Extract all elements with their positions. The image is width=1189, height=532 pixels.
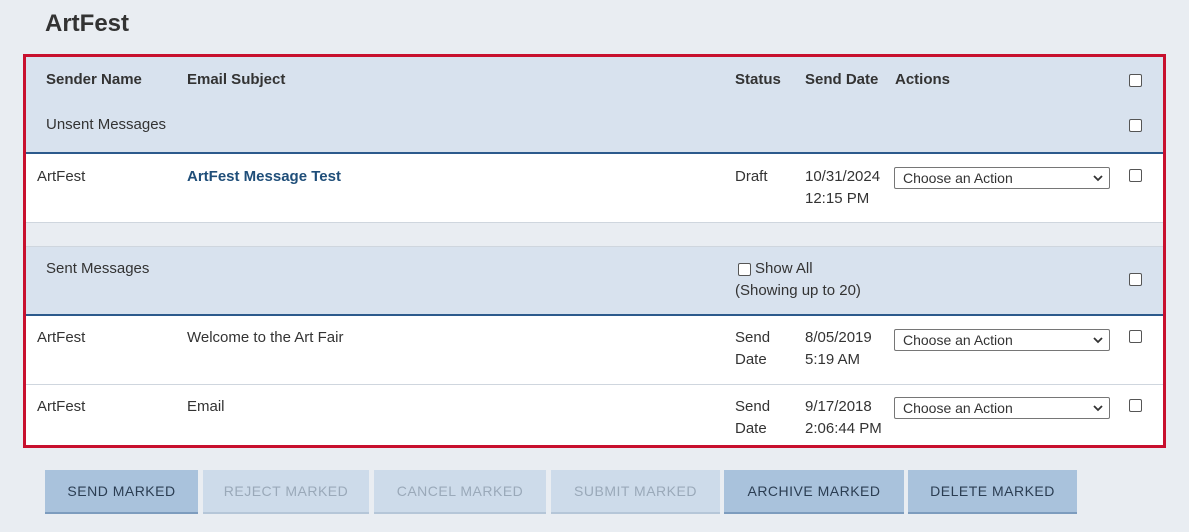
- row-checkbox[interactable]: [1129, 330, 1142, 343]
- action-select-value: Choose an Action: [903, 332, 1013, 348]
- subject-cell: Welcome to the Art Fair: [187, 329, 344, 346]
- chevron-down-icon: [1093, 175, 1103, 182]
- sent-messages-label: Sent Messages: [46, 260, 150, 277]
- status-cell: Draft: [735, 168, 768, 185]
- table-header: Sender Name Email Subject Status Send Da…: [26, 57, 1163, 154]
- header-actions: Actions: [895, 71, 951, 88]
- cancel-marked-button[interactable]: CANCEL MARKED: [374, 470, 546, 514]
- header-sender-name: Sender Name: [46, 71, 142, 88]
- submit-marked-button[interactable]: SUBMIT MARKED: [551, 470, 720, 514]
- table-row: ArtFest ArtFest Message Test Draft 10/31…: [26, 154, 1163, 223]
- action-select[interactable]: Choose an Action: [894, 329, 1110, 351]
- sender-cell: ArtFest: [37, 398, 86, 415]
- chevron-down-icon: [1093, 405, 1103, 412]
- select-sent-checkbox[interactable]: [1129, 273, 1142, 286]
- status-cell-line2: Date: [735, 420, 767, 437]
- row-checkbox[interactable]: [1129, 399, 1142, 412]
- status-cell: Send: [735, 398, 771, 415]
- delete-marked-button[interactable]: DELETE MARKED: [908, 470, 1077, 514]
- reject-marked-button[interactable]: REJECT MARKED: [203, 470, 369, 514]
- status-cell-line2: Date: [735, 351, 767, 368]
- sender-cell: ArtFest: [37, 329, 86, 346]
- send-time-cell: 5:19 AM: [805, 351, 861, 368]
- chevron-down-icon: [1093, 337, 1103, 344]
- header-email-subject: Email Subject: [187, 71, 286, 88]
- show-all-checkbox[interactable]: [738, 263, 751, 276]
- send-date-cell: 9/17/2018: [805, 398, 872, 415]
- subject-link[interactable]: ArtFest Message Test: [187, 166, 341, 188]
- messages-table: Sender Name Email Subject Status Send Da…: [23, 54, 1166, 448]
- select-all-checkbox[interactable]: [1129, 74, 1142, 87]
- header-send-date: Send Date: [805, 71, 879, 88]
- page-title: ArtFest: [45, 10, 130, 37]
- showing-note: (Showing up to 20): [735, 282, 861, 299]
- action-select[interactable]: Choose an Action: [894, 167, 1110, 189]
- unsent-messages-label: Unsent Messages: [46, 116, 167, 133]
- send-date-cell: 10/31/2024: [805, 168, 881, 185]
- send-marked-button[interactable]: SEND MARKED: [45, 470, 198, 514]
- send-time-cell: 2:06:44 PM: [805, 420, 882, 437]
- action-select-value: Choose an Action: [903, 400, 1013, 416]
- table-row: ArtFest Welcome to the Art Fair Send Dat…: [26, 316, 1163, 385]
- status-cell: Send: [735, 329, 771, 346]
- send-date-cell: 8/05/2019: [805, 329, 872, 346]
- archive-marked-button[interactable]: ARCHIVE MARKED: [724, 470, 904, 514]
- action-select-value: Choose an Action: [903, 170, 1013, 186]
- select-unsent-checkbox[interactable]: [1129, 119, 1142, 132]
- subject-cell: Email: [187, 398, 225, 415]
- table-row: ArtFest Email Send Date 9/17/2018 2:06:4…: [26, 385, 1163, 445]
- sent-section-header: Sent Messages Show All (Showing up to 20…: [26, 247, 1163, 316]
- section-spacer: [26, 223, 1163, 247]
- show-all-label[interactable]: Show All: [755, 258, 813, 280]
- send-time-cell: 12:15 PM: [805, 190, 870, 207]
- header-status: Status: [735, 71, 781, 88]
- sender-cell: ArtFest: [37, 168, 86, 185]
- action-select[interactable]: Choose an Action: [894, 397, 1110, 419]
- row-checkbox[interactable]: [1129, 169, 1142, 182]
